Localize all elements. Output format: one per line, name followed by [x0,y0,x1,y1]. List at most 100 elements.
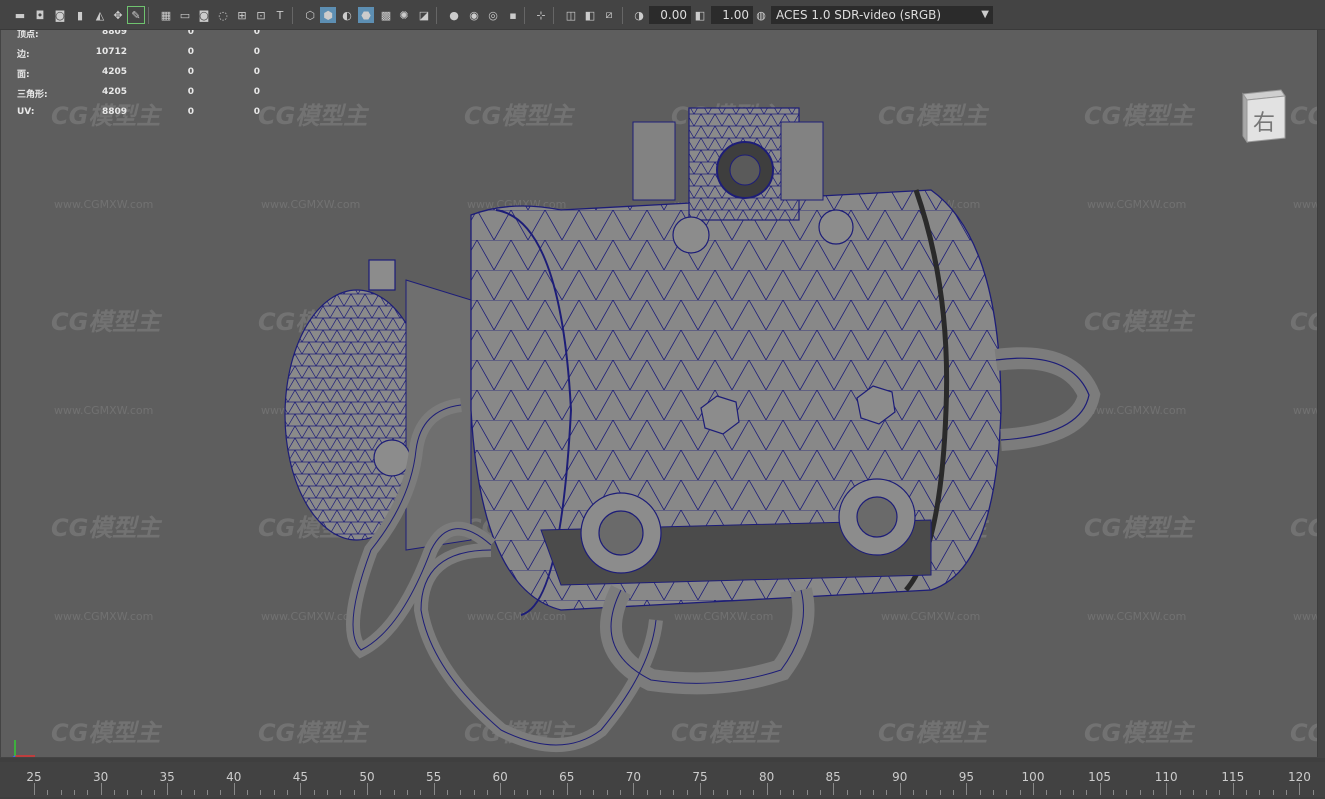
bookmark-icon[interactable]: ▮ [72,7,88,23]
timeline-tick [886,790,888,795]
time-slider[interactable]: 25 30 35 40 45 50 55 60 65 70 75 80 85 90 95 100 105 110 1… [0,758,1325,799]
xray-icon[interactable]: ▩ [378,7,394,23]
timeline-tick-label: 30 [92,770,109,784]
timeline-tick [406,790,408,795]
timeline-tick [273,790,275,795]
field-chart-icon[interactable]: ⊞ [234,7,250,23]
toolbar-divider [553,7,554,24]
timeline-tick [793,790,795,795]
timeline-tick-label: 35 [159,770,175,784]
grid-icon[interactable]: ▦ [158,7,174,23]
hud-label: 面: [17,70,30,80]
time-ruler[interactable]: 25 30 35 40 45 50 55 60 65 70 75 80 85 90 95 100 105 110 1… [0,762,1325,797]
timeline-tick [633,783,635,795]
timeline-tick [1179,790,1181,795]
timeline-tick [979,790,981,795]
timeline-tick [1299,783,1301,795]
hud-value: 10712 [95,47,127,57]
exposure-icon[interactable]: ◑ [631,7,647,23]
view-cube[interactable]: 右 [1237,88,1287,144]
timeline-tick [939,790,941,795]
timeline-tick [500,783,502,795]
timeline-tick-label: 75 [692,770,708,784]
motion-blur-icon[interactable]: ◉ [466,7,482,23]
color-space-dropdown[interactable]: ACES 1.0 SDR-video (sRGB) ▼ [771,6,993,24]
timeline-tick [367,783,368,795]
screen-space-ao-icon[interactable]: ● [446,7,462,23]
film-gate-icon[interactable]: ▭ [177,7,193,23]
timeline-tick-label: 80 [758,770,775,784]
color-management-icon[interactable]: ◍ [753,7,769,23]
timeline-tick [766,783,768,795]
timeline-tick [313,790,315,795]
timeline-tick [1152,790,1154,795]
timeline-tick [1219,790,1221,795]
safe-action-icon[interactable]: ⊡ [253,7,269,23]
camera-icon[interactable]: ▬ [12,7,28,23]
timeline-tick-label: 85 [825,770,841,784]
timeline-tick [87,790,89,795]
gamma-icon[interactable]: ◧ [692,7,708,23]
resolution-gate-icon[interactable]: ◙ [196,7,212,23]
hud-value: 0 [253,47,260,57]
gate-mask-icon[interactable]: ◌ [215,7,231,23]
timeline-tick [486,790,488,795]
timeline-tick [460,790,462,795]
multisample-aa-icon[interactable]: ◎ [485,7,501,23]
timeline-tick [260,790,262,795]
use-lights-icon[interactable]: ✺ [396,7,412,23]
camera-move-icon[interactable]: ◙ [52,7,68,23]
hud-value: 0 [187,87,194,97]
timeline-tick [913,790,915,795]
timeline-tick [540,790,542,795]
timeline-tick [593,790,595,795]
smooth-shade-icon[interactable]: ⬢ [320,7,336,23]
default-material-icon[interactable]: ◐ [339,7,355,23]
viewport-scrollbar[interactable] [1318,30,1325,757]
hud-row: 顶点: 8809 0 0 [17,30,277,41]
timeline-tick [713,790,715,795]
safe-title-icon[interactable]: T [272,7,288,23]
axis-gizmo-icon [12,740,35,757]
xray-active-icon[interactable]: ◧ [582,7,598,23]
hud-value: 0 [187,107,194,117]
timeline-tick [846,790,848,795]
xray-joints-icon[interactable]: ◫ [563,7,579,23]
timeline-tick [899,783,901,795]
timeline-tick [953,790,955,795]
timeline-tick [220,790,222,795]
grease-pencil-icon[interactable]: ✎ [127,6,145,24]
backface-icon[interactable]: ⧄ [601,7,617,23]
timeline-tick [180,790,182,795]
timeline-tick [1272,790,1274,795]
persp-viewport[interactable]: CG模型主CG模型主CG模型主CG模型主CG模型主CG模型主CG模型主CG模型主… [1,30,1318,757]
two-d-pan-icon[interactable]: ✥ [110,7,126,23]
hud-value: 0 [253,87,260,97]
timeline-tick [700,783,701,795]
timeline-tick [686,790,688,795]
timeline-tick [60,790,62,795]
image-plane-icon[interactable]: ◭ [92,7,108,23]
timeline-tick [1046,790,1048,795]
timeline-tick [433,783,435,795]
gamma-field[interactable]: 1.00 [711,6,753,24]
hud-row: 面: 4205 0 0 [17,67,277,81]
timeline-tick-label: 110 [1154,770,1178,784]
toolbar-divider [148,7,149,24]
timeline-tick-label: 115 [1221,770,1245,784]
camera-select-icon[interactable]: ◘ [32,7,48,23]
depth-of-field-icon[interactable]: ▪ [505,7,521,23]
shadows-icon[interactable]: ◪ [416,7,432,23]
hud-label: 边: [17,50,30,60]
wireframe-icon[interactable]: ⬡ [302,7,318,23]
timeline-tick [167,783,169,795]
timeline-tick [566,783,568,795]
exposure-field[interactable]: 0.00 [649,6,691,24]
wireframe-on-shaded-icon[interactable]: ⬣ [358,7,374,23]
timeline-tick-label: 100 [1021,770,1045,784]
isolate-select-icon[interactable]: ⊹ [533,7,549,23]
timeline-tick [1033,783,1034,795]
timeline-tick [287,790,289,795]
timeline-tick [1139,790,1141,795]
hud-value: 8809 [101,107,127,117]
